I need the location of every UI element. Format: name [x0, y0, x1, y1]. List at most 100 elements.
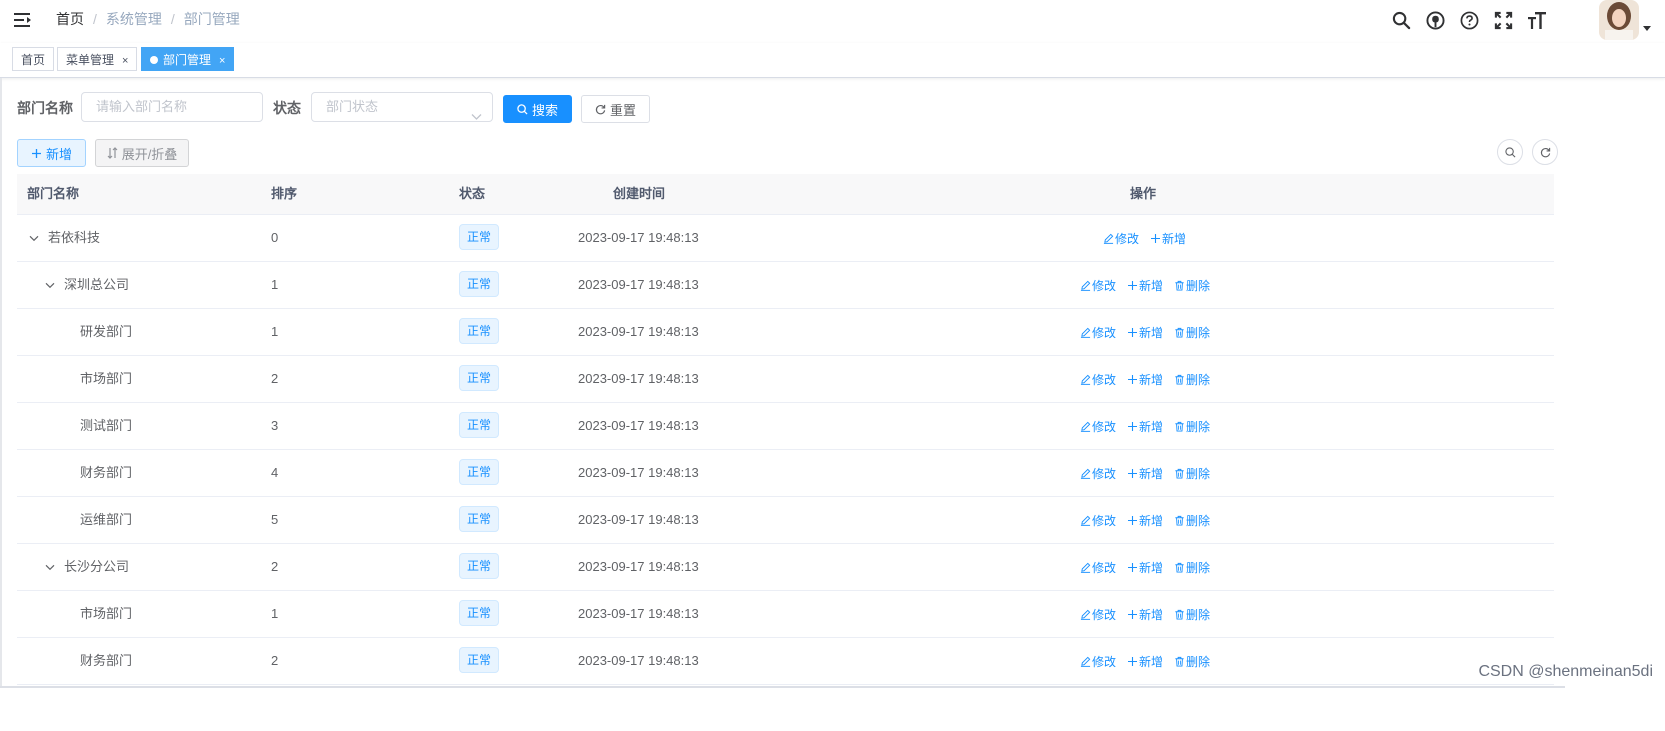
chevron-down-icon[interactable] [43, 282, 57, 289]
delete-button[interactable]: 删除 [1174, 653, 1210, 670]
font-size-icon[interactable] [1527, 10, 1547, 30]
delete-icon [1174, 374, 1185, 385]
refresh-table-button[interactable] [1532, 139, 1558, 165]
add-label: 新增 [1139, 372, 1164, 387]
navbar: 首页 / 系统管理 / 部门管理 [0, 0, 1665, 42]
delete-button[interactable]: 删除 [1174, 512, 1210, 529]
question-icon[interactable] [1459, 10, 1479, 30]
created-time: 2023-09-17 19:48:13 [578, 371, 699, 386]
add-child-button[interactable]: 新增 [1127, 324, 1163, 341]
dept-name-cell: 市场部门 [80, 591, 132, 637]
delete-button[interactable]: 删除 [1174, 324, 1210, 341]
fullscreen-icon[interactable] [1493, 10, 1513, 30]
add-child-button[interactable]: 新增 [1127, 559, 1163, 576]
delete-button[interactable]: 删除 [1174, 371, 1210, 388]
refresh-icon [1540, 147, 1551, 158]
edit-icon [1080, 609, 1091, 620]
chevron-down-icon[interactable] [43, 564, 57, 571]
toggle-search-button[interactable] [1497, 139, 1523, 165]
status-badge: 正常 [459, 318, 500, 344]
plus-icon [1127, 327, 1138, 338]
close-icon[interactable]: × [219, 55, 225, 67]
edit-button[interactable]: 修改 [1080, 371, 1116, 388]
edit-label: 修改 [1092, 560, 1117, 575]
status-badge: 正常 [459, 553, 500, 579]
edit-button[interactable]: 修改 [1103, 230, 1139, 247]
hamburger-menu-icon[interactable] [14, 11, 34, 29]
dept-table: 部门名称 排序 状态 创建时间 操作 若依科技 0 正常 2023-09-17 19:… [17, 174, 1554, 685]
row-actions: 修改 新增 删除 [1080, 638, 1210, 684]
add-button[interactable]: 新增 [17, 139, 86, 167]
status-badge: 正常 [459, 600, 500, 626]
delete-button[interactable]: 删除 [1174, 465, 1210, 482]
reset-button[interactable]: 重置 [581, 95, 650, 123]
edit-icon [1103, 233, 1114, 244]
edit-button[interactable]: 修改 [1080, 653, 1116, 670]
breadcrumb-separator: / [170, 11, 175, 27]
edit-button[interactable]: 修改 [1080, 418, 1116, 435]
delete-button[interactable]: 删除 [1174, 277, 1210, 294]
delete-label: 删除 [1186, 466, 1211, 481]
edit-button[interactable]: 修改 [1080, 277, 1116, 294]
close-icon[interactable]: × [122, 55, 128, 67]
add-child-button[interactable]: 新增 [1127, 465, 1163, 482]
tags-view: 首页 菜单管理 × 部门管理 × [0, 43, 1665, 78]
horizontal-scrollbar[interactable] [0, 686, 1565, 688]
breadcrumb: 首页 / 系统管理 / 部门管理 [56, 9, 240, 29]
breadcrumb-home[interactable]: 首页 [56, 9, 84, 29]
edit-button[interactable]: 修改 [1080, 465, 1116, 482]
header-created: 创建时间 [613, 186, 666, 201]
dept-name: 市场部门 [80, 371, 133, 386]
add-child-button[interactable]: 新增 [1127, 653, 1163, 670]
status-badge: 正常 [459, 224, 500, 250]
created-time: 2023-09-17 19:48:13 [578, 653, 699, 668]
created-time: 2023-09-17 19:48:13 [578, 418, 699, 433]
edit-icon [1080, 468, 1091, 479]
edit-button[interactable]: 修改 [1080, 559, 1116, 576]
search-button[interactable]: 搜索 [503, 95, 572, 123]
avatar[interactable] [1599, 0, 1639, 40]
table-row: 若依科技 0 正常 2023-09-17 19:48:13 修改 新增 [17, 215, 1554, 262]
dept-name: 财务部门 [80, 465, 133, 480]
header-ops: 操作 [1130, 186, 1157, 201]
table-row: 长沙分公司 2 正常 2023-09-17 19:48:13 修改 新增 删除 [17, 544, 1554, 591]
plus-icon [1127, 609, 1138, 620]
github-icon[interactable] [1425, 10, 1445, 30]
avatar-dropdown-caret-icon[interactable] [1643, 26, 1651, 31]
dept-name: 长沙分公司 [64, 559, 130, 574]
tag-home[interactable]: 首页 [12, 47, 55, 71]
expand-collapse-button[interactable]: 展开/折叠 [95, 139, 189, 167]
created-time: 2023-09-17 19:48:13 [578, 277, 699, 292]
breadcrumb-separator: / [93, 11, 97, 27]
dept-name-input[interactable] [96, 99, 236, 114]
dept-name: 市场部门 [80, 606, 133, 621]
edit-button[interactable]: 修改 [1080, 512, 1116, 529]
breadcrumb-dept: 部门管理 [183, 11, 240, 27]
edit-button[interactable]: 修改 [1080, 606, 1116, 623]
row-actions: 修改 新增 [1103, 215, 1186, 261]
dept-name-cell: 财务部门 [80, 638, 132, 684]
table-body: 若依科技 0 正常 2023-09-17 19:48:13 修改 新增 深圳总公司 1 正常 2… [17, 215, 1554, 685]
tag-dept[interactable]: 部门管理 × [141, 47, 235, 71]
edit-button[interactable]: 修改 [1080, 324, 1116, 341]
add-child-button[interactable]: 新增 [1150, 230, 1186, 247]
dept-name-cell: 财务部门 [80, 450, 132, 496]
add-child-button[interactable]: 新增 [1127, 371, 1163, 388]
table-row: 研发部门 1 正常 2023-09-17 19:48:13 修改 新增 删除 [17, 309, 1554, 356]
tag-menu[interactable]: 菜单管理 × [57, 47, 138, 71]
plus-icon [1127, 656, 1138, 667]
chevron-down-icon[interactable] [27, 235, 41, 242]
delete-label: 删除 [1186, 607, 1211, 622]
add-child-button[interactable]: 新增 [1127, 512, 1163, 529]
status-select[interactable]: 部门状态 [311, 92, 493, 122]
add-child-button[interactable]: 新增 [1127, 606, 1163, 623]
delete-icon [1174, 421, 1185, 432]
delete-button[interactable]: 删除 [1174, 606, 1210, 623]
delete-button[interactable]: 删除 [1174, 418, 1210, 435]
search-icon[interactable] [1391, 10, 1411, 30]
delete-button[interactable]: 删除 [1174, 559, 1210, 576]
row-actions: 修改 新增 删除 [1080, 262, 1210, 308]
add-child-button[interactable]: 新增 [1127, 277, 1163, 294]
add-child-button[interactable]: 新增 [1127, 418, 1163, 435]
table-row: 深圳总公司 1 正常 2023-09-17 19:48:13 修改 新增 删除 [17, 262, 1554, 309]
